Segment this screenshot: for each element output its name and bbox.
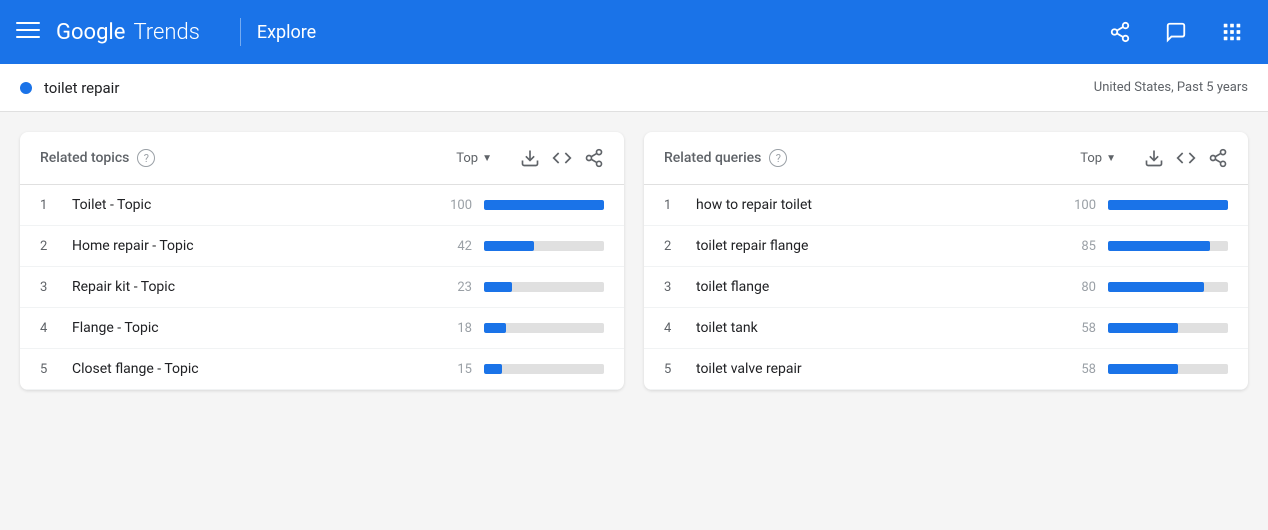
header-icons xyxy=(1100,12,1252,52)
row-number: 1 xyxy=(40,198,64,213)
logo-google: Google xyxy=(56,20,125,45)
search-term: toilet repair xyxy=(44,79,1094,97)
table-row[interactable]: 3 Repair kit - Topic 23 xyxy=(20,267,624,308)
related-queries-help-icon[interactable]: ? xyxy=(769,149,787,167)
table-row[interactable]: 1 Toilet - Topic 100 xyxy=(20,185,624,226)
row-number: 4 xyxy=(664,321,688,336)
row-label: toilet flange xyxy=(696,279,1064,295)
bar-container xyxy=(1108,200,1228,210)
topics-download-icon[interactable] xyxy=(520,148,540,168)
queries-chevron-down-icon: ▼ xyxy=(1106,153,1116,164)
row-value: 85 xyxy=(1064,239,1096,254)
row-value: 42 xyxy=(440,239,472,254)
table-row[interactable]: 3 toilet flange 80 xyxy=(644,267,1248,308)
bar-fill xyxy=(1108,241,1210,251)
row-value: 18 xyxy=(440,321,472,336)
bar-fill xyxy=(484,200,604,210)
row-number: 5 xyxy=(664,362,688,377)
menu-icon[interactable] xyxy=(16,18,40,47)
topics-chevron-down-icon: ▼ xyxy=(482,153,492,164)
apps-icon[interactable] xyxy=(1212,12,1252,52)
row-value: 100 xyxy=(1064,198,1096,213)
queries-rows: 1 how to repair toilet 100 2 toilet repa… xyxy=(644,185,1248,390)
row-number: 1 xyxy=(664,198,688,213)
table-row[interactable]: 1 how to repair toilet 100 xyxy=(644,185,1248,226)
row-number: 2 xyxy=(40,239,64,254)
bar-fill xyxy=(484,323,506,333)
table-row[interactable]: 2 toilet repair flange 85 xyxy=(644,226,1248,267)
queries-embed-icon[interactable] xyxy=(1176,148,1196,168)
bar-container xyxy=(1108,364,1228,374)
row-value: 23 xyxy=(440,280,472,295)
row-label: Closet flange - Topic xyxy=(72,361,440,377)
search-meta: United States, Past 5 years xyxy=(1094,80,1248,95)
row-label: toilet valve repair xyxy=(696,361,1064,377)
related-queries-title: Related queries xyxy=(664,150,761,166)
explore-label: Explore xyxy=(257,22,316,43)
notification-icon[interactable] xyxy=(1156,12,1196,52)
row-number: 3 xyxy=(664,280,688,295)
bar-fill xyxy=(484,241,534,251)
row-value: 15 xyxy=(440,362,472,377)
row-number: 4 xyxy=(40,321,64,336)
topics-top-label: Top xyxy=(456,151,478,166)
queries-top-label: Top xyxy=(1080,151,1102,166)
bar-fill xyxy=(484,282,512,292)
table-row[interactable]: 4 toilet tank 58 xyxy=(644,308,1248,349)
bar-fill xyxy=(1108,364,1178,374)
row-value: 80 xyxy=(1064,280,1096,295)
bar-container xyxy=(484,323,604,333)
bar-container xyxy=(484,282,604,292)
row-number: 3 xyxy=(40,280,64,295)
table-row[interactable]: 2 Home repair - Topic 42 xyxy=(20,226,624,267)
logo-trends: Trends xyxy=(133,20,199,45)
topics-top-selector[interactable]: Top ▼ xyxy=(456,151,492,166)
bar-fill xyxy=(484,364,502,374)
bar-container xyxy=(1108,241,1228,251)
table-row[interactable]: 5 Closet flange - Topic 15 xyxy=(20,349,624,390)
bar-fill xyxy=(1108,282,1204,292)
table-row[interactable]: 5 toilet valve repair 58 xyxy=(644,349,1248,390)
related-topics-help-icon[interactable]: ? xyxy=(137,149,155,167)
queries-top-selector[interactable]: Top ▼ xyxy=(1080,151,1116,166)
search-bar: toilet repair United States, Past 5 year… xyxy=(0,64,1268,112)
bar-container xyxy=(484,241,604,251)
row-value: 58 xyxy=(1064,321,1096,336)
row-number: 2 xyxy=(664,239,688,254)
bar-container xyxy=(1108,282,1228,292)
app-logo: Google Trends xyxy=(56,20,200,45)
row-label: Flange - Topic xyxy=(72,320,440,336)
queries-download-icon[interactable] xyxy=(1144,148,1164,168)
bar-container xyxy=(484,200,604,210)
row-value: 58 xyxy=(1064,362,1096,377)
bar-container xyxy=(1108,323,1228,333)
related-queries-header: Related queries ? Top ▼ xyxy=(644,132,1248,185)
related-queries-card: Related queries ? Top ▼ xyxy=(644,132,1248,390)
related-topics-header: Related topics ? Top ▼ xyxy=(20,132,624,185)
topics-embed-icon[interactable] xyxy=(552,148,572,168)
search-dot xyxy=(20,82,32,94)
row-label: Toilet - Topic xyxy=(72,197,440,213)
main-content: Related topics ? Top ▼ xyxy=(0,112,1268,410)
row-label: toilet tank xyxy=(696,320,1064,336)
table-row[interactable]: 4 Flange - Topic 18 xyxy=(20,308,624,349)
row-label: how to repair toilet xyxy=(696,197,1064,213)
bar-fill xyxy=(1108,323,1178,333)
topics-share-icon[interactable] xyxy=(584,148,604,168)
app-header: Google Trends Explore xyxy=(0,0,1268,64)
row-label: Repair kit - Topic xyxy=(72,279,440,295)
row-label: Home repair - Topic xyxy=(72,238,440,254)
queries-share-icon[interactable] xyxy=(1208,148,1228,168)
row-number: 5 xyxy=(40,362,64,377)
header-divider xyxy=(240,18,241,46)
topics-rows: 1 Toilet - Topic 100 2 Home repair - Top… xyxy=(20,185,624,390)
share-icon[interactable] xyxy=(1100,12,1140,52)
bar-container xyxy=(484,364,604,374)
bar-fill xyxy=(1108,200,1228,210)
row-value: 100 xyxy=(440,198,472,213)
row-label: toilet repair flange xyxy=(696,238,1064,254)
related-topics-card: Related topics ? Top ▼ xyxy=(20,132,624,390)
related-topics-title: Related topics xyxy=(40,150,129,166)
